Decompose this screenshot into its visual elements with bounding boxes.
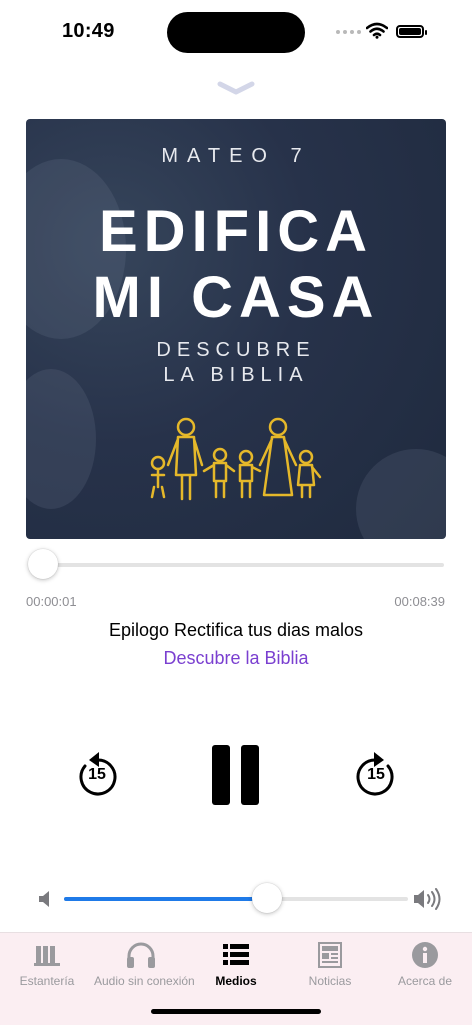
status-time: 10:49	[62, 20, 115, 42]
skip-back-seconds: 15	[88, 766, 106, 783]
tab-label: Audio sin conexión	[94, 974, 195, 988]
track-title: Epilogo Rectifica tus dias malos	[108, 620, 364, 640]
tab-label: Noticias	[308, 974, 352, 988]
tab-label: Acerca de	[397, 974, 453, 988]
progress-track[interactable]	[42, 563, 444, 567]
collapse-chevron-icon[interactable]	[216, 80, 256, 96]
total-time: 00:08:39	[394, 594, 445, 609]
bookshelf-icon	[34, 946, 60, 966]
artwork-series: MATEO 7	[161, 145, 311, 167]
family-illustration-icon	[150, 417, 322, 501]
home-indicator[interactable]	[151, 1009, 321, 1014]
artwork-subtitle-line2: LA BIBLIA	[163, 364, 309, 386]
tab-noticias[interactable]: Noticias	[283, 939, 377, 988]
tab-label: Estantería	[19, 974, 75, 988]
dynamic-island	[167, 12, 305, 53]
cellular-signal-icon	[336, 30, 361, 34]
elapsed-time: 00:00:01	[26, 594, 77, 609]
track-artist[interactable]: Descubre la Biblia	[0, 648, 472, 669]
skip-back-button[interactable]: 15	[75, 750, 119, 798]
volume-high-icon	[414, 888, 441, 910]
list-icon	[223, 944, 249, 965]
headphones-icon	[127, 942, 155, 968]
tab-medios[interactable]: Medios	[189, 939, 283, 988]
volume-thumb[interactable]	[252, 883, 282, 913]
skip-forward-seconds: 15	[367, 766, 385, 783]
tab-label: Medios	[215, 974, 257, 988]
pause-button[interactable]	[212, 745, 260, 805]
skip-forward-button[interactable]: 15	[354, 750, 398, 798]
album-artwork: MATEO 7 EDIFICA MI CASA DESCUBRE LA BIBL…	[26, 119, 446, 539]
volume-fill	[64, 897, 268, 901]
tab-acerca-de[interactable]: Acerca de	[378, 939, 472, 988]
newspaper-icon	[318, 942, 342, 968]
tab-audio-sin-conexion[interactable]: Audio sin conexión	[94, 939, 195, 988]
volume-track[interactable]	[64, 897, 408, 901]
volume-low-icon	[39, 891, 49, 907]
info-icon	[412, 942, 438, 968]
artwork-title-line1: EDIFICA	[99, 199, 373, 264]
artwork-subtitle-line1: DESCUBRE	[156, 339, 316, 361]
wifi-icon	[366, 22, 388, 39]
artwork-title-line2: MI CASA	[92, 265, 380, 330]
tab-estanteria[interactable]: Estantería	[0, 939, 94, 988]
battery-icon	[396, 25, 427, 38]
progress-thumb[interactable]	[28, 549, 58, 579]
pause-icon	[212, 745, 230, 805]
